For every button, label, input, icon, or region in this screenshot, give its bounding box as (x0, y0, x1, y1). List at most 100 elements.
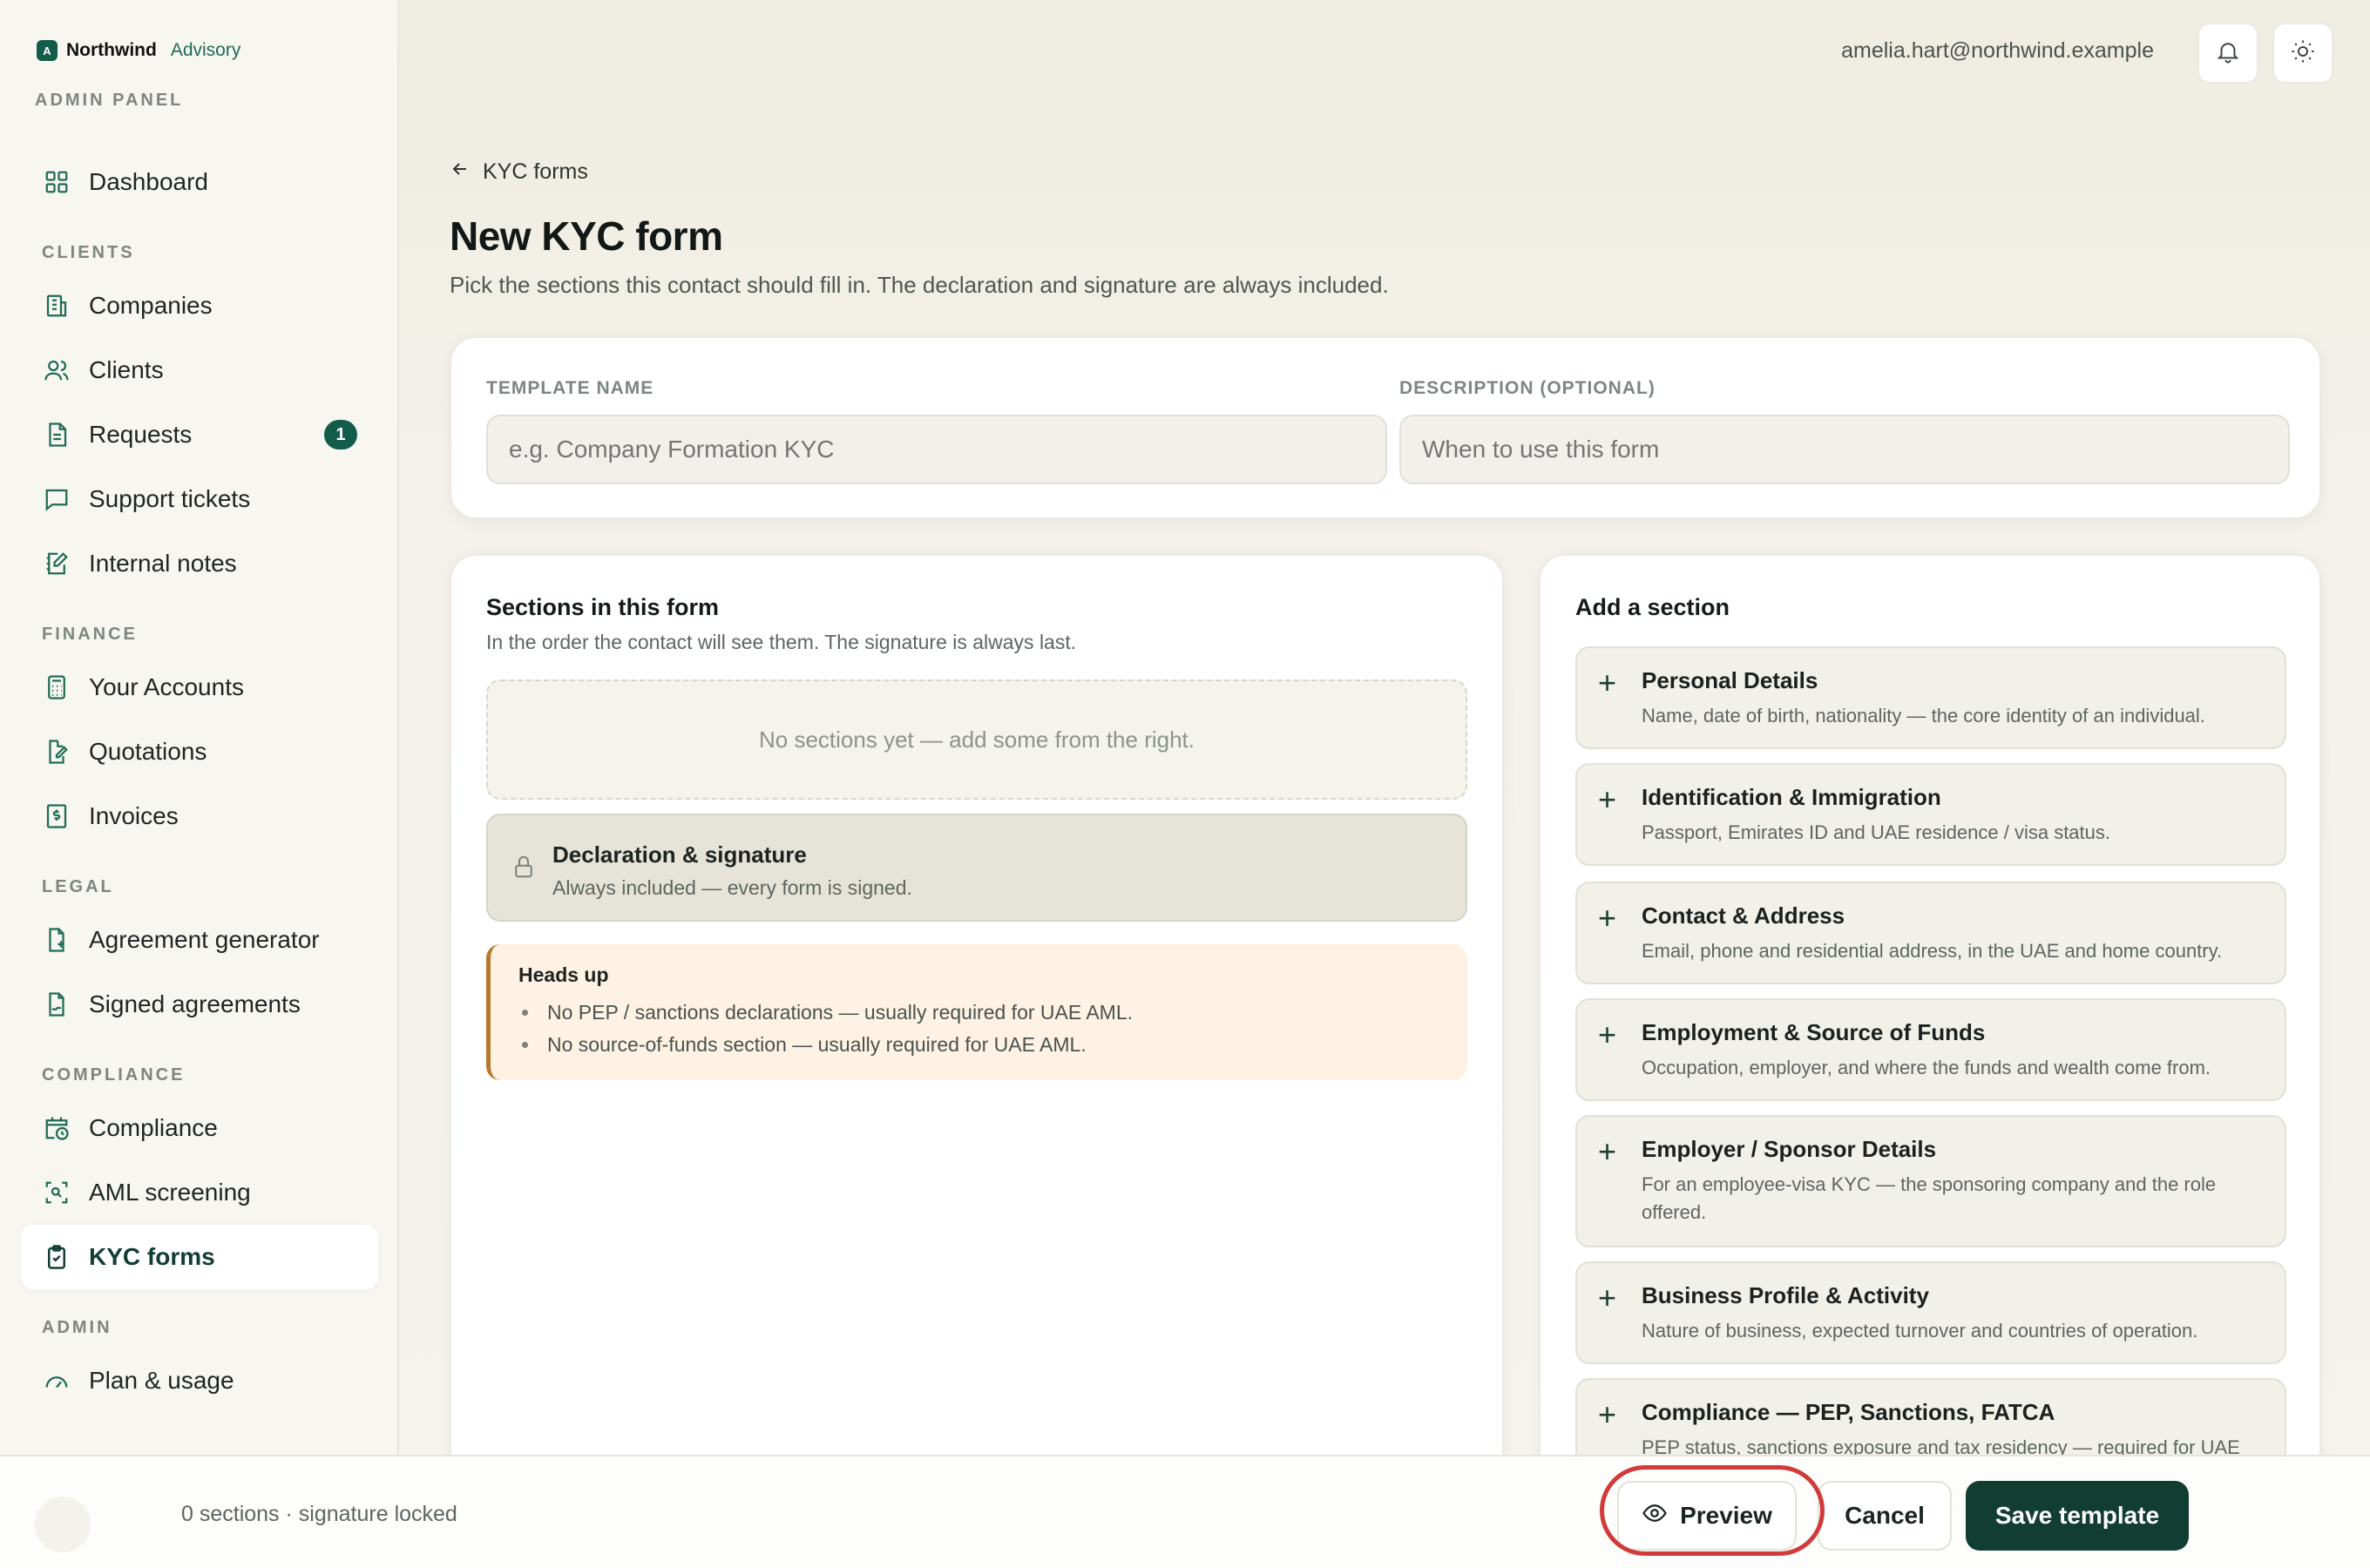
description-input[interactable] (1399, 415, 2290, 484)
sidebar-item-label: Quotations (89, 738, 207, 765)
message-icon (42, 484, 71, 514)
description-label: DESCRIPTION (OPTIONAL) (1399, 378, 1656, 398)
sidebar-item-clients[interactable]: Clients (21, 338, 378, 402)
page-title: New KYC form (450, 213, 723, 259)
sidebar-item-label: Your Accounts (89, 673, 244, 700)
document-icon (42, 420, 71, 449)
page-subtitle: Pick the sections this contact should fi… (450, 272, 1389, 298)
sidebar-item-label: Companies (89, 292, 213, 319)
sidebar-item-dashboard[interactable]: Dashboard (21, 150, 378, 214)
add-section-employer-sponsor[interactable]: + Employer / Sponsor Details For an empl… (1575, 1115, 2286, 1247)
section-title: Contact & Address (1642, 902, 1845, 929)
sidebar-item-aml-screening[interactable]: AML screening (21, 1160, 378, 1225)
bottom-action-bar: 0 sections · signature locked Preview Ca… (0, 1455, 2370, 1568)
nav-section-admin: ADMIN (42, 1318, 112, 1337)
sidebar-item-plan-usage[interactable]: Plan & usage (21, 1348, 378, 1413)
sections-status: 0 sections · signature locked (181, 1502, 457, 1526)
sidebar-item-label: Support tickets (89, 485, 251, 512)
plus-icon: + (1598, 1133, 1617, 1169)
notebook-pen-icon (42, 549, 71, 578)
sidebar-item-compliance[interactable]: Compliance (21, 1096, 378, 1160)
nav-section-legal: LEGAL (42, 877, 114, 896)
add-section-card: Add a section + Personal Details Name, d… (1539, 554, 2321, 1530)
sidebar-item-companies[interactable]: Companies (21, 274, 378, 338)
add-section-identification[interactable]: + Identification & Immigration Passport,… (1575, 763, 2286, 866)
brand[interactable]: A Northwind Advisory (37, 40, 240, 61)
gauge-icon (42, 1366, 71, 1396)
file-signature-icon (42, 990, 71, 1019)
user-email[interactable]: amelia.hart@northwind.example (1841, 38, 2154, 64)
add-section-business-profile[interactable]: + Business Profile & Activity Nature of … (1575, 1261, 2286, 1364)
theme-toggle-button[interactable] (2272, 23, 2333, 84)
empty-sections-dropzone: No sections yet — add some from the righ… (486, 679, 1467, 800)
plus-icon: + (1598, 1396, 1617, 1432)
calculator-icon (42, 672, 71, 702)
sidebar-item-support-tickets[interactable]: Support tickets (21, 467, 378, 531)
requests-count-badge: 1 (324, 420, 357, 449)
section-desc: Email, phone and residential address, in… (1642, 940, 2223, 962)
template-name-label: TEMPLATE NAME (486, 378, 654, 398)
sidebar-item-invoices[interactable]: Invoices (21, 784, 378, 848)
users-icon (42, 355, 71, 385)
section-title: Identification & Immigration (1642, 784, 1941, 810)
sidebar-item-signed-agreements[interactable]: Signed agreements (21, 972, 378, 1037)
clipboard-check-icon (42, 1242, 71, 1272)
brand-logo: A (37, 40, 58, 61)
nav-section-compliance: COMPLIANCE (42, 1065, 186, 1085)
section-desc: Occupation, employer, and where the fund… (1642, 1057, 2211, 1078)
preview-button[interactable]: Preview (1617, 1481, 1797, 1551)
invoice-dollar-icon (42, 801, 71, 831)
sidebar-item-label: KYC forms (89, 1243, 215, 1270)
dashboard-icon (42, 167, 71, 197)
building-icon (42, 291, 71, 321)
heads-up-list: No PEP / sanctions declarations — usuall… (522, 997, 1133, 1061)
admin-panel-label: ADMIN PANEL (35, 91, 184, 110)
form-sections-title: Sections in this form (486, 594, 720, 620)
sidebar-item-quotations[interactable]: Quotations (21, 720, 378, 784)
back-link[interactable]: KYC forms (450, 159, 588, 186)
lock-icon (511, 854, 537, 884)
sidebar-item-kyc-forms[interactable]: KYC forms (21, 1225, 378, 1289)
section-title: Business Profile & Activity (1642, 1282, 1929, 1308)
form-sections-desc: In the order the contact will see them. … (486, 631, 1077, 653)
avatar (35, 1497, 91, 1552)
sidebar-item-label: Dashboard (89, 168, 208, 195)
add-section-contact-address[interactable]: + Contact & Address Email, phone and res… (1575, 882, 2286, 984)
scan-search-icon (42, 1178, 71, 1207)
declaration-section: Declaration & signature Always included … (486, 814, 1467, 922)
section-desc: Nature of business, expected turnover an… (1642, 1320, 2198, 1342)
heads-up-item: No source-of-funds section — usually req… (522, 1029, 1133, 1061)
section-desc: Passport, Emirates ID and UAE residence … (1642, 821, 2111, 843)
section-title: Compliance — PEP, Sanctions, FATCA (1642, 1399, 2055, 1425)
sidebar-item-label: Invoices (89, 802, 179, 829)
template-name-input[interactable] (486, 415, 1387, 484)
back-link-label: KYC forms (483, 159, 588, 184)
file-plus-icon (42, 925, 71, 955)
plus-icon: + (1598, 781, 1617, 817)
sidebar-item-agreement-generator[interactable]: Agreement generator (21, 908, 378, 972)
sidebar-item-label: Requests (89, 421, 193, 448)
brand-name: Northwind (66, 40, 157, 60)
add-section-personal-details[interactable]: + Personal Details Name, date of birth, … (1575, 646, 2286, 749)
sidebar-item-requests[interactable]: Requests 1 (21, 402, 378, 467)
preview-label: Preview (1680, 1502, 1772, 1529)
sidebar-item-label: Compliance (89, 1114, 218, 1141)
cancel-button[interactable]: Cancel (1818, 1481, 1952, 1551)
sidebar-item-label: Agreement generator (89, 926, 320, 953)
section-desc: For an employee-visa KYC — the sponsorin… (1642, 1173, 2217, 1223)
plus-icon: + (1598, 665, 1617, 700)
save-template-button[interactable]: Save template (1966, 1481, 2189, 1551)
sidebar: A Northwind Advisory ADMIN PANEL Dashboa… (0, 0, 399, 1568)
notifications-button[interactable] (2197, 23, 2258, 84)
brand-sub: Advisory (170, 40, 241, 60)
declaration-title: Declaration & signature (552, 841, 807, 868)
sidebar-item-internal-notes[interactable]: Internal notes (21, 531, 378, 596)
eye-icon (1642, 1500, 1668, 1532)
sidebar-item-label: AML screening (89, 1179, 251, 1206)
declaration-subtitle: Always included — every form is signed. (552, 876, 912, 899)
sidebar-item-label: Signed agreements (89, 990, 301, 1017)
sidebar-item-your-accounts[interactable]: Your Accounts (21, 655, 378, 720)
form-sections-card: Sections in this form In the order the c… (450, 554, 1504, 1530)
add-section-employment-funds[interactable]: + Employment & Source of Funds Occupatio… (1575, 998, 2286, 1101)
plus-icon: + (1598, 1017, 1617, 1052)
